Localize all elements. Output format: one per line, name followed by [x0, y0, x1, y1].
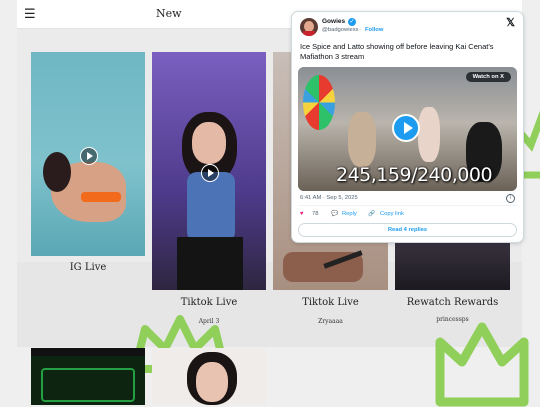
video-thumbnail[interactable] [152, 348, 266, 405]
verified-badge-icon: ✓ [348, 18, 356, 26]
grid-item-title[interactable]: Tiktok Live [273, 297, 388, 308]
grid-item-subtitle: April 3 [198, 318, 220, 325]
play-icon[interactable] [392, 114, 420, 142]
grid-item-title[interactable]: Rewatch Rewards [395, 297, 510, 308]
video-overlay-counter: 245,159/240,000 [336, 164, 493, 186]
reply-button[interactable]: Reply [342, 211, 357, 217]
read-replies-button[interactable]: Read 4 replies [298, 223, 517, 237]
copy-link-button[interactable]: Copy link [380, 211, 404, 217]
tweet-author-handle[interactable]: @badgowiesx [322, 27, 359, 33]
info-icon[interactable]: i [506, 194, 515, 203]
watch-on-x-button[interactable]: Watch on X [465, 72, 511, 82]
grid-item-title[interactable]: IG Live [31, 262, 145, 273]
grid-item-title[interactable]: Tiktok Live [152, 297, 266, 308]
follow-link[interactable]: Follow [365, 27, 383, 33]
video-thumbnail[interactable] [31, 348, 145, 405]
grid-item-subtitle: Zryaaaa [318, 318, 343, 325]
play-icon[interactable] [80, 147, 98, 165]
tweet-author-name[interactable]: Gowies [322, 18, 345, 25]
hamburger-menu-icon[interactable]: ☰ [24, 7, 36, 22]
grid-item-subtitle: princessps [436, 316, 469, 323]
reply-icon[interactable]: 💬 [331, 211, 338, 217]
avatar[interactable] [300, 18, 318, 36]
tweet-timestamp[interactable]: 6:41 AM · Sep 5, 2025 [300, 195, 358, 201]
video-thumbnail[interactable] [395, 240, 510, 290]
separator-dot: · [359, 27, 361, 33]
embedded-tweet[interactable]: Gowies ✓ @badgowiesx · Follow 𝕏 Ice Spic… [291, 11, 524, 243]
video-thumbnail[interactable] [152, 52, 266, 290]
x-logo-icon[interactable]: 𝕏 [506, 16, 515, 29]
page-title: New [156, 7, 182, 20]
tweet-video[interactable]: Watch on X 245,159/240,000 [298, 67, 517, 191]
like-count[interactable]: 78 [312, 211, 318, 217]
link-icon[interactable]: 🔗 [368, 211, 375, 217]
divider [298, 205, 517, 206]
tweet-text: Ice Spice and Latto showing off before l… [300, 42, 494, 61]
play-icon[interactable] [201, 164, 219, 182]
video-thumbnail[interactable] [31, 52, 145, 256]
heart-icon[interactable]: ♥ [300, 211, 303, 217]
